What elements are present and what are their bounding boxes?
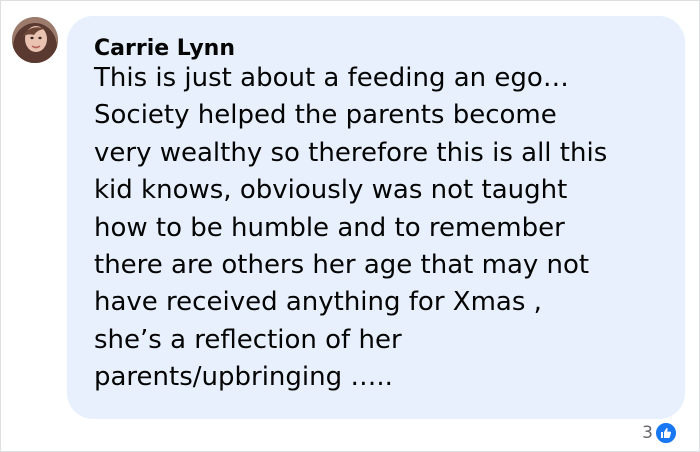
comment-line: have received anything for Xmas , bbox=[94, 287, 542, 318]
comment-line: very wealthy so therefore this is all th… bbox=[94, 137, 608, 168]
comment-line: parents/upbringing ….. bbox=[94, 362, 393, 393]
reaction-count: 3 bbox=[642, 423, 653, 443]
comment-line: This is just about a feeding an ego… bbox=[94, 63, 569, 93]
like-icon bbox=[655, 422, 677, 444]
avatar[interactable] bbox=[12, 17, 58, 63]
comment-card: Carrie Lynn This is just about a feeding… bbox=[0, 0, 700, 452]
comment-author[interactable]: Carrie Lynn bbox=[94, 36, 235, 62]
comment-line: Society helped the parents become bbox=[94, 100, 557, 131]
avatar-photo bbox=[12, 17, 58, 63]
comment-body: This is just about a feeding an ego… Soc… bbox=[94, 60, 674, 397]
reaction-summary[interactable]: 3 bbox=[642, 422, 677, 444]
comment-line: how to be humble and to remember bbox=[94, 212, 565, 243]
comment-bubble: Carrie Lynn This is just about a feeding… bbox=[67, 16, 685, 419]
comment-line: kid knows, obviously was not taught bbox=[94, 175, 568, 206]
comment-line: she’s a reflection of her bbox=[94, 324, 402, 355]
comment-line: there are others her age that may not bbox=[94, 250, 590, 281]
thumbs-up-icon bbox=[661, 428, 672, 438]
